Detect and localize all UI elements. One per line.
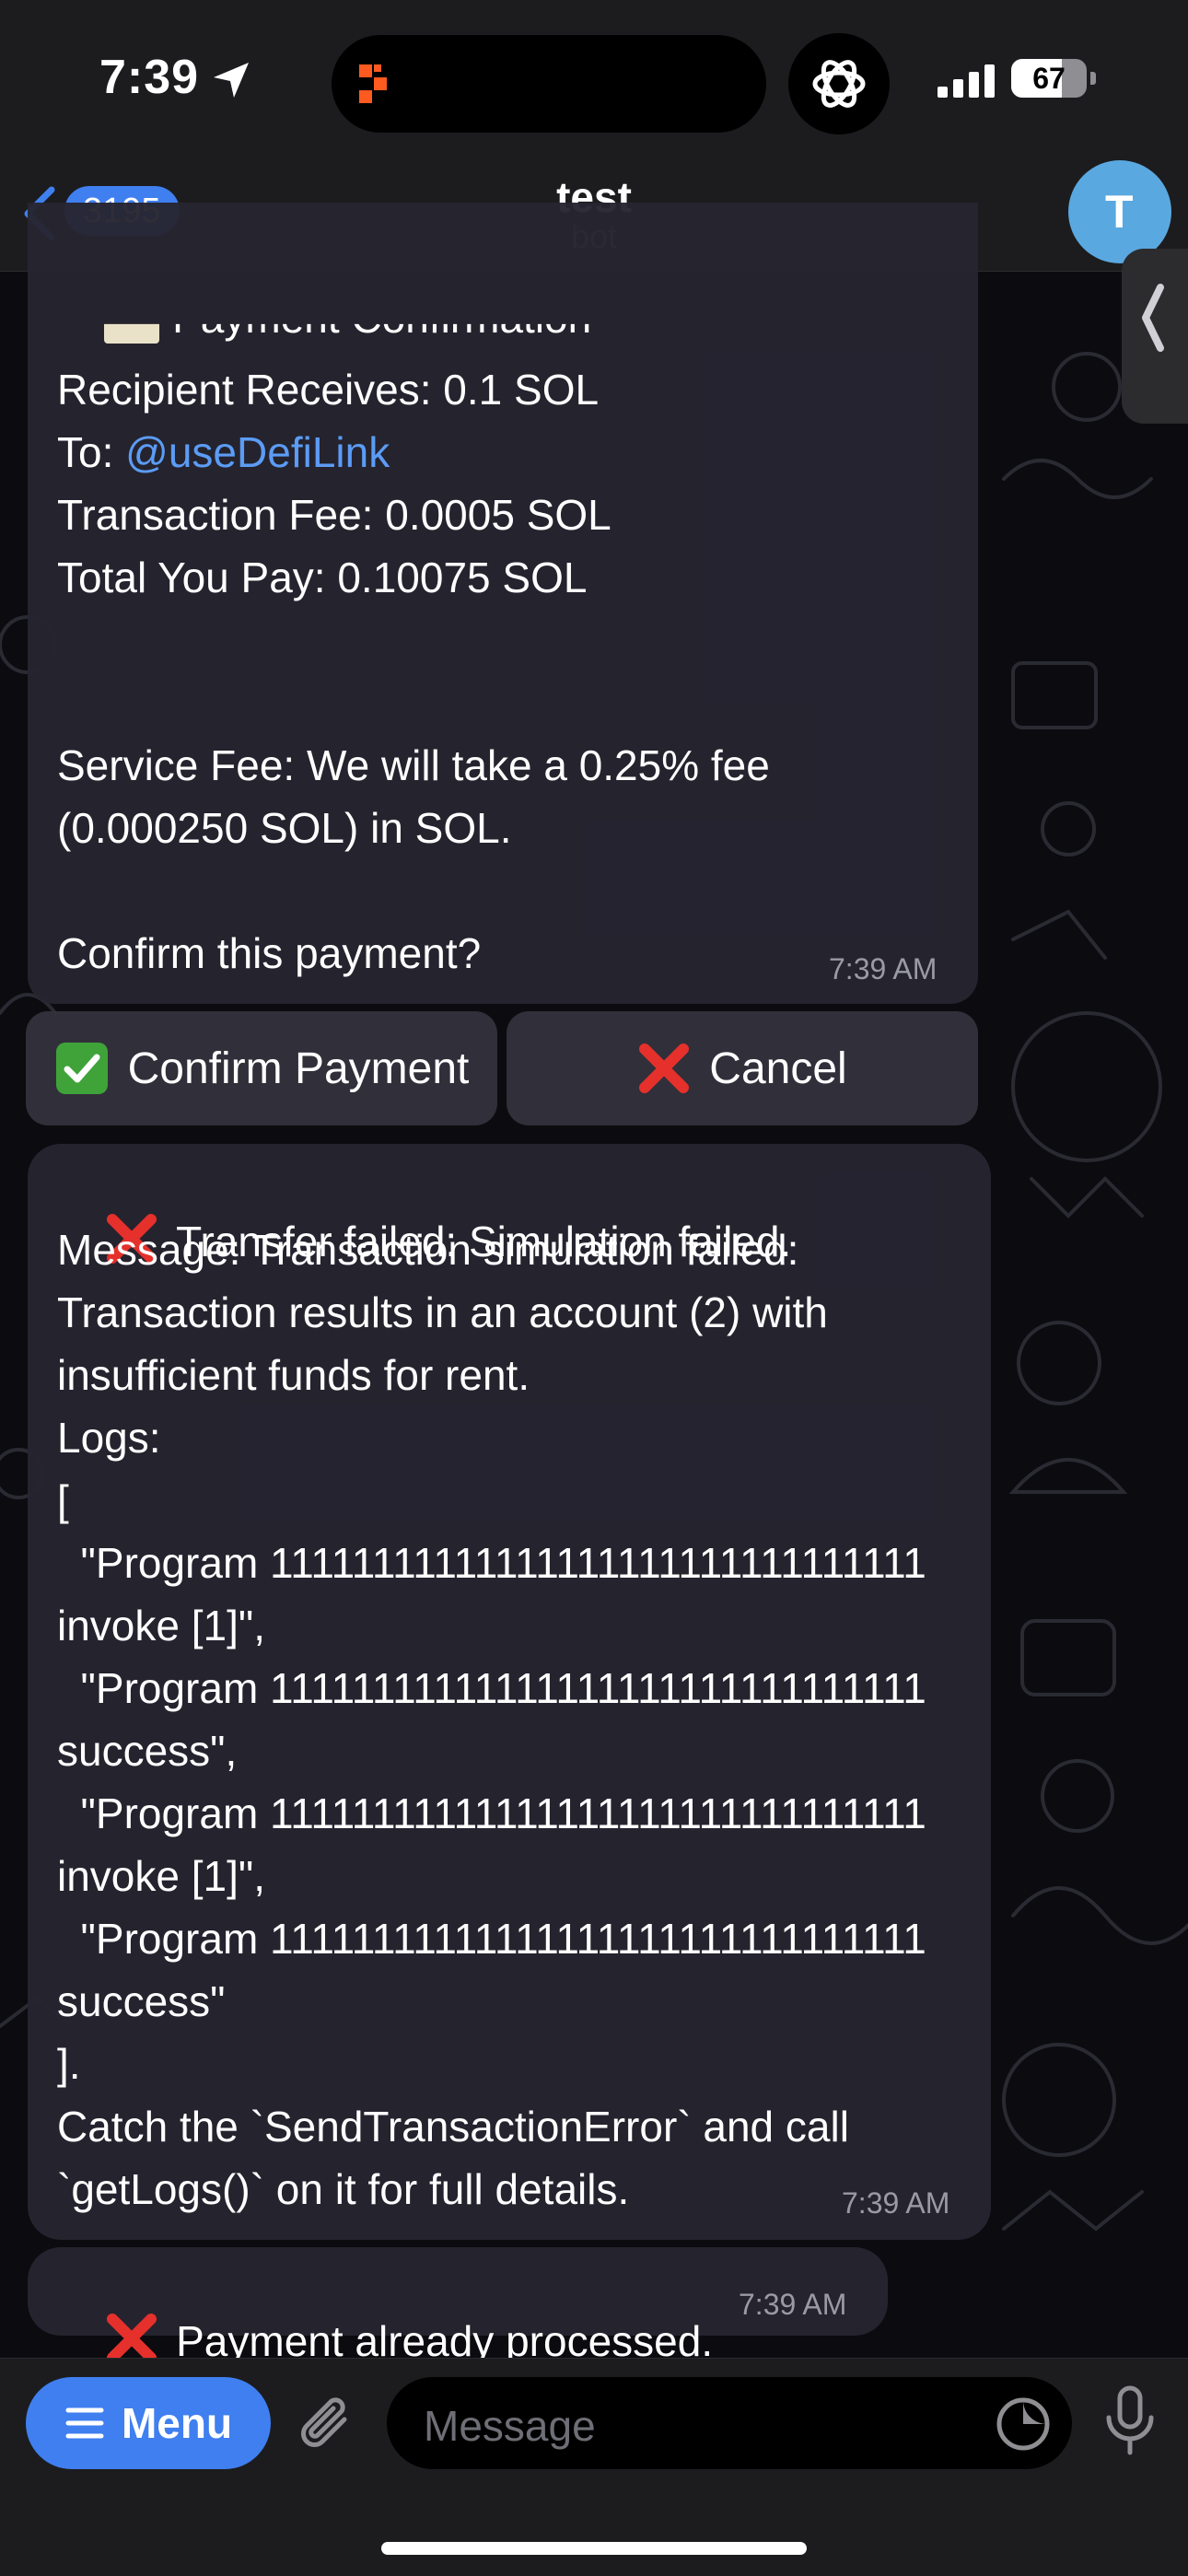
cross-mark-icon — [639, 1043, 690, 1093]
message-line: Transaction results in an account (2) wi… — [57, 1288, 828, 1336]
message-line: Confirm this payment? — [57, 929, 482, 977]
menu-label: Menu — [121, 2399, 233, 2447]
message-input[interactable]: Message — [387, 2377, 1072, 2469]
microphone-icon[interactable] — [1101, 2384, 1159, 2458]
battery-icon: 67 — [1011, 59, 1087, 98]
message-line: Catch the `SendTransactionError` and cal… — [57, 2103, 849, 2151]
message-line: invoke [1]", — [57, 1602, 266, 1649]
message-line: Service Fee: We will take a 0.25% fee — [57, 741, 770, 789]
island-app-icon — [359, 64, 387, 103]
menu-button[interactable]: Menu — [26, 2377, 271, 2469]
side-panel-handle[interactable] — [1122, 249, 1188, 424]
message-line: "Program 1111111111111111111111111111111… — [57, 1664, 926, 1712]
message-line: Transaction Fee: 0.0005 SOL — [57, 491, 611, 539]
message-bubble-payment-confirmation: Payment Confirmation Recipient Receives:… — [28, 203, 978, 1004]
openai-activity-icon — [788, 33, 890, 134]
cancel-label: Cancel — [709, 1043, 847, 1093]
message-line: Recipient Receives: 0.1 SOL — [57, 366, 600, 414]
message-placeholder: Message — [424, 2402, 596, 2450]
home-indicator[interactable] — [381, 2542, 807, 2555]
message-line: success", — [57, 1727, 238, 1775]
message-line: "Program 1111111111111111111111111111111… — [57, 1789, 926, 1837]
message-line: "Program 1111111111111111111111111111111… — [57, 1915, 926, 1963]
message-line: ]. — [57, 2040, 81, 2088]
message-line: success" — [57, 1977, 226, 2025]
location-arrow-icon — [214, 63, 249, 98]
confirm-payment-button[interactable]: Confirm Payment — [26, 1011, 497, 1125]
chevron-left-icon — [1142, 284, 1164, 352]
message-line: To: @useDefiLink — [57, 428, 390, 476]
message-line: invoke [1]", — [57, 1852, 266, 1900]
message-line: `getLogs()` on it for full details. — [57, 2165, 630, 2213]
confirm-payment-label: Confirm Payment — [127, 1043, 470, 1093]
message-line: Message: Transaction simulation failed: — [57, 1226, 799, 1274]
paperclip-icon[interactable] — [293, 2392, 363, 2462]
message-line: Total You Pay: 0.10075 SOL — [57, 554, 588, 601]
sticker-icon[interactable] — [995, 2395, 1052, 2453]
message-bubble-already-processed: Payment already processed. 7:39 AM — [28, 2247, 888, 2365]
message-timestamp: 7:39 AM — [842, 2186, 950, 2220]
status-bar: 7:39 67 — [0, 0, 1188, 166]
hamburger-icon — [65, 2407, 104, 2439]
message-timestamp: 7:39 AM — [739, 2288, 847, 2321]
cancel-button[interactable]: Cancel — [507, 1011, 978, 1125]
memo-icon — [104, 323, 160, 344]
cellular-signal-icon — [938, 64, 995, 98]
message-line: (0.000250 SOL) in SOL. — [57, 804, 512, 852]
status-time: 7:39 — [99, 51, 200, 104]
message-bubble-transfer-failed: Transfer failed: Simulation failed. Mess… — [28, 1144, 991, 2240]
message-line: insufficient funds for rent. — [57, 1351, 530, 1399]
check-mark-icon — [55, 1043, 108, 1094]
message-timestamp: 7:39 AM — [829, 952, 938, 985]
mention-link[interactable]: @useDefiLink — [125, 428, 390, 476]
message-line: [ — [57, 1476, 69, 1524]
battery-cap — [1090, 72, 1096, 85]
message-line: Logs: — [57, 1414, 161, 1462]
battery-level: 67 — [1032, 62, 1066, 95]
message-line: "Program 1111111111111111111111111111111… — [57, 1539, 926, 1587]
